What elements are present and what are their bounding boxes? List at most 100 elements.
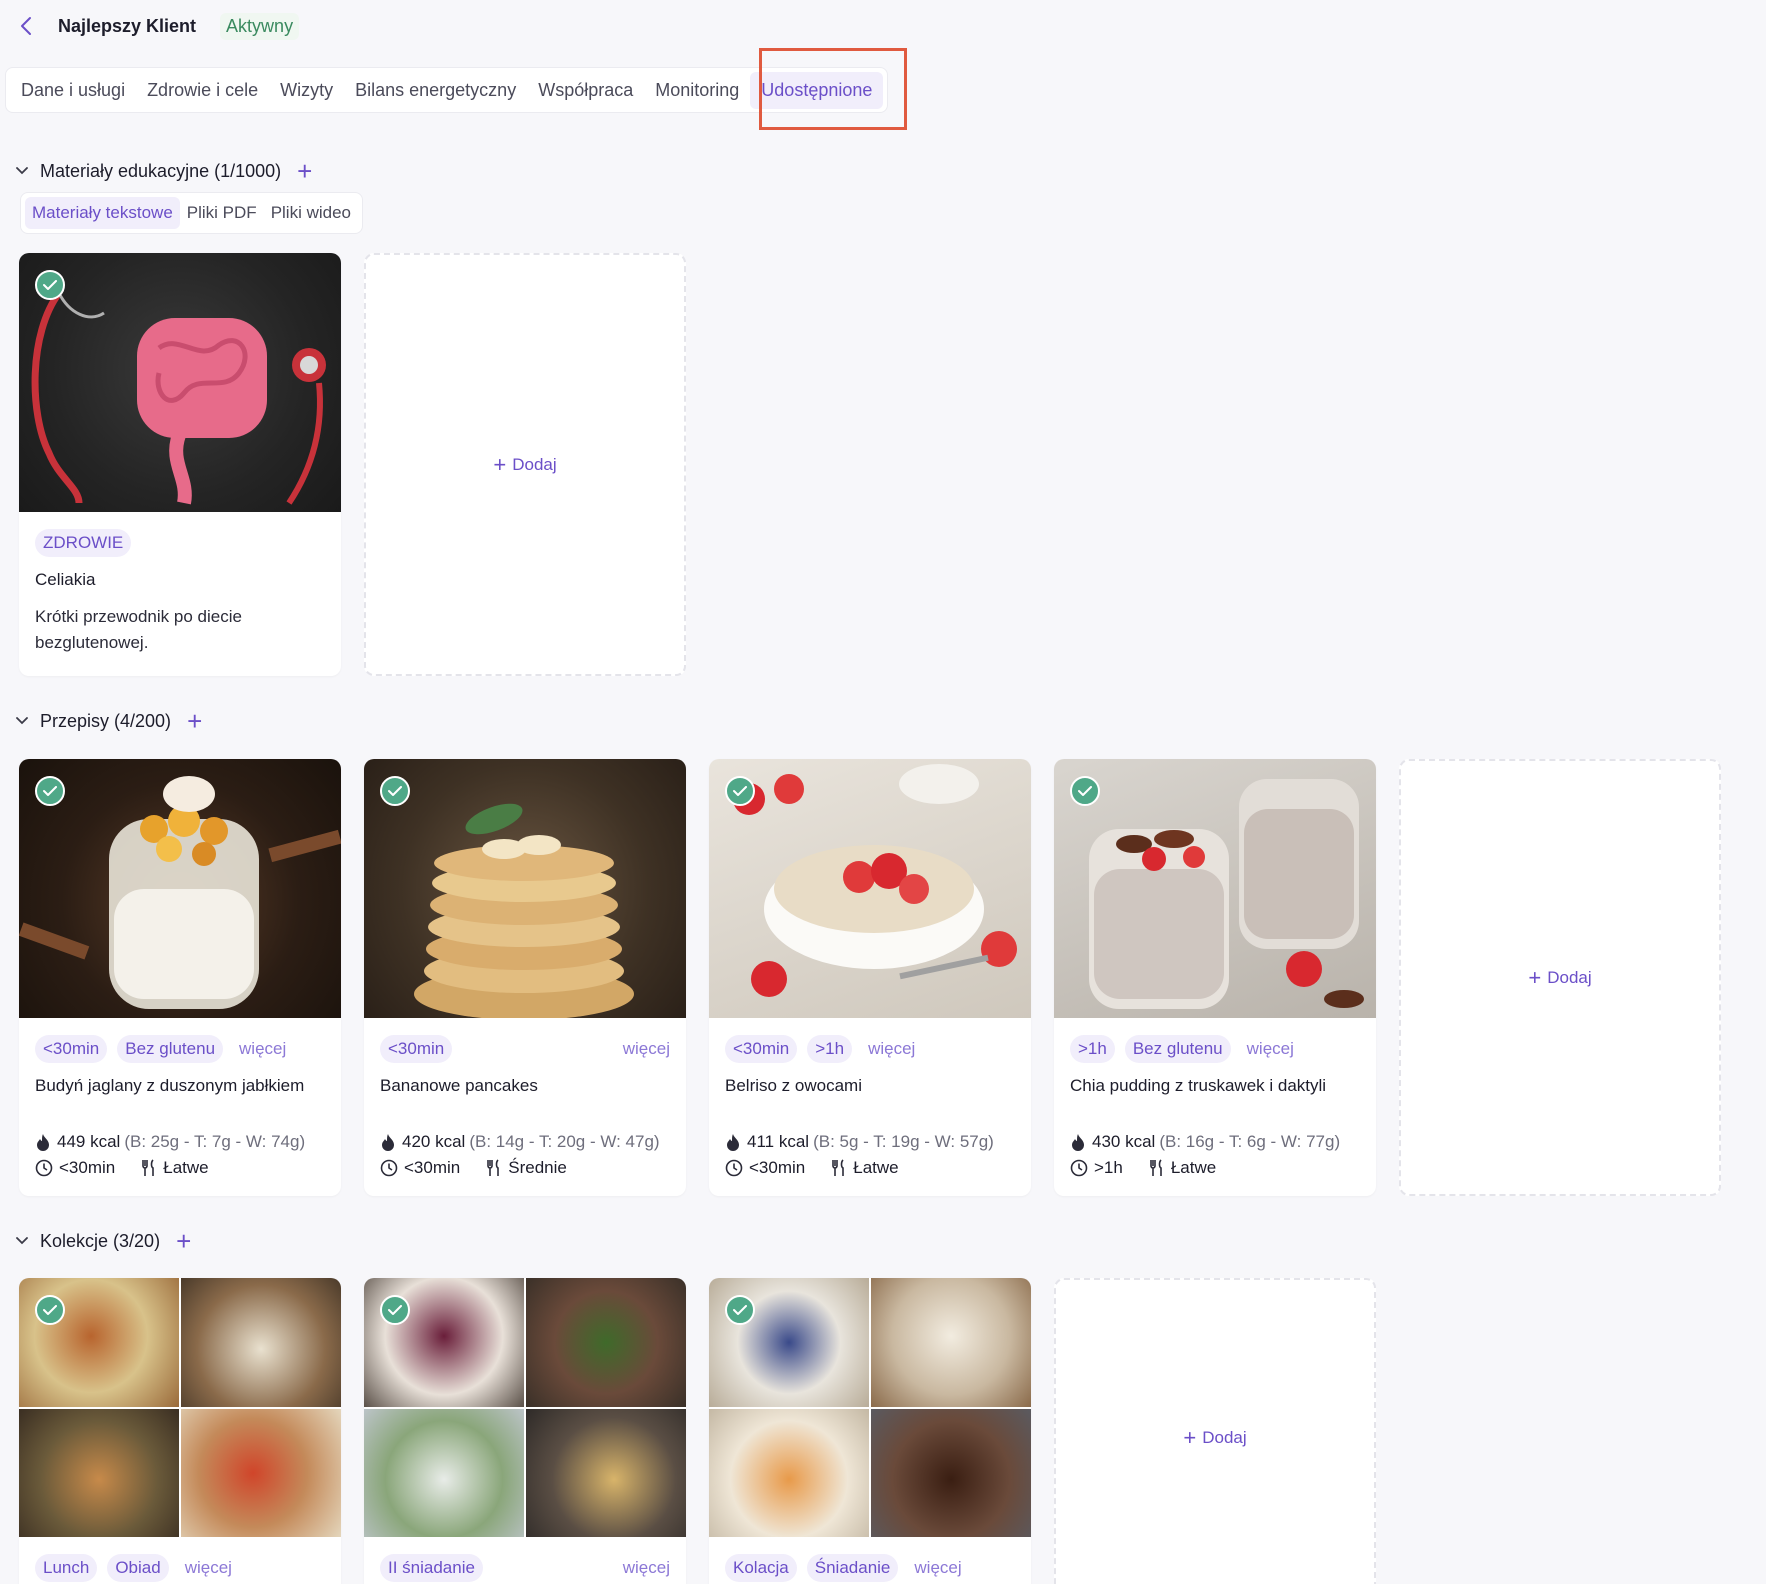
education-add-card[interactable]: + Dodaj bbox=[364, 253, 686, 676]
add-label: Dodaj bbox=[1202, 1428, 1247, 1447]
meta-row: >1h Łatwe bbox=[1054, 1158, 1376, 1178]
recipe-title: Budyń jaglany z duszonym jabłkiem bbox=[35, 1076, 305, 1095]
tag: Kolacja bbox=[725, 1554, 797, 1582]
status-badge: Aktywny bbox=[220, 12, 300, 40]
kcal: 430 kcal bbox=[1092, 1132, 1156, 1151]
tab-monitoring[interactable]: Monitoring bbox=[644, 72, 750, 109]
more-link[interactable]: więcej bbox=[868, 1039, 915, 1059]
collection-card[interactable]: Lunch Obiad więcej bbox=[19, 1278, 341, 1584]
collections-section-title: Kolekcje (3/20) bbox=[40, 1230, 161, 1251]
collections-add-plus-icon[interactable]: + bbox=[176, 1228, 191, 1254]
recipe-card[interactable]: >1h Bez glutenu więcej Chia pudding z tr… bbox=[1054, 759, 1376, 1196]
education-subtabs: Materiały tekstowe Pliki PDF Pliki wideo bbox=[20, 192, 363, 234]
flame-icon bbox=[37, 1134, 49, 1151]
recipe-image bbox=[709, 759, 1031, 1018]
check-icon bbox=[380, 776, 410, 806]
cutlery-icon bbox=[142, 1159, 155, 1176]
flame-icon bbox=[727, 1134, 739, 1151]
tag: ZDROWIE bbox=[35, 529, 132, 557]
more-link[interactable]: więcej bbox=[239, 1039, 286, 1059]
collection-image-grid bbox=[364, 1278, 686, 1537]
tab-wizyty[interactable]: Wizyty bbox=[269, 72, 344, 109]
more-link[interactable]: więcej bbox=[914, 1558, 961, 1578]
tag: >1h bbox=[807, 1035, 853, 1063]
tab-bilans-energetyczny[interactable]: Bilans energetyczny bbox=[344, 72, 527, 109]
collections-section-header: Kolekcje (3/20) + bbox=[14, 1227, 191, 1255]
education-add-plus-icon[interactable]: + bbox=[297, 158, 312, 184]
tag: Śniadanie bbox=[806, 1554, 899, 1582]
chevron-down-icon[interactable] bbox=[14, 1233, 30, 1249]
prep-time: <30min bbox=[404, 1158, 461, 1177]
tag-row: <30min Bez glutenu więcej bbox=[19, 1034, 341, 1064]
meta-row: <30min Średnie bbox=[364, 1158, 686, 1178]
clock-icon bbox=[1070, 1159, 1088, 1177]
chevron-down-icon[interactable] bbox=[14, 163, 30, 179]
check-icon bbox=[725, 776, 755, 806]
plus-icon: + bbox=[1183, 1425, 1197, 1450]
tag-row: Lunch Obiad więcej bbox=[19, 1553, 341, 1583]
tag-row: <30min więcej bbox=[364, 1034, 686, 1064]
prep-time: >1h bbox=[1094, 1158, 1123, 1177]
difficulty: Łatwe bbox=[853, 1158, 899, 1177]
tab-zdrowie-i-cele[interactable]: Zdrowie i cele bbox=[136, 72, 269, 109]
kcal: 420 kcal bbox=[402, 1132, 466, 1151]
card-description: Krótki przewodnik po diecie bezglutenowe… bbox=[35, 607, 242, 652]
collection-card[interactable]: Kolacja Śniadanie więcej bbox=[709, 1278, 1031, 1584]
collections-add-card[interactable]: + Dodaj bbox=[1054, 1278, 1376, 1584]
check-icon bbox=[380, 1295, 410, 1325]
education-section-title: Materiały edukacyjne (1/1000) bbox=[40, 160, 282, 181]
recipes-add-card[interactable]: + Dodaj bbox=[1399, 759, 1721, 1196]
tag: Bez glutenu bbox=[1124, 1035, 1231, 1063]
recipe-card[interactable]: <30min >1h więcej Belriso z owocami 411 … bbox=[709, 759, 1031, 1196]
recipes-add-plus-icon[interactable]: + bbox=[187, 708, 202, 734]
celiakia-image bbox=[19, 253, 341, 512]
collection-card[interactable]: II śniadanie więcej bbox=[364, 1278, 686, 1584]
tag-row: Kolacja Śniadanie więcej bbox=[709, 1553, 1031, 1583]
subtab-pliki-wideo[interactable]: Pliki wideo bbox=[264, 197, 358, 229]
topbar: Najlepszy Klient Aktywny bbox=[14, 10, 300, 42]
flame-icon bbox=[1072, 1134, 1084, 1151]
check-icon bbox=[1070, 776, 1100, 806]
tag-row: <30min >1h więcej bbox=[709, 1034, 1031, 1064]
more-link[interactable]: więcej bbox=[623, 1039, 670, 1059]
clock-icon bbox=[380, 1159, 398, 1177]
recipe-image bbox=[1054, 759, 1376, 1018]
nutrition-row: 420 kcal (B: 14g - T: 20g - W: 47g) bbox=[364, 1132, 686, 1152]
client-name: Najlepszy Klient bbox=[58, 15, 197, 36]
recipe-title: Bananowe pancakes bbox=[380, 1076, 538, 1095]
chevron-down-icon[interactable] bbox=[14, 713, 30, 729]
difficulty: Łatwe bbox=[163, 1158, 209, 1177]
tag: <30min bbox=[725, 1035, 798, 1063]
collection-image-grid bbox=[19, 1278, 341, 1537]
recipe-title: Chia pudding z truskawek i daktyli bbox=[1070, 1076, 1327, 1095]
nutrition-row: 449 kcal (B: 25g - T: 7g - W: 74g) bbox=[19, 1132, 341, 1152]
kcal: 449 kcal bbox=[57, 1132, 121, 1151]
nutrition-row: 411 kcal (B: 5g - T: 19g - W: 57g) bbox=[709, 1132, 1031, 1152]
education-card[interactable]: ZDROWIE Celiakia Krótki przewodnik po di… bbox=[19, 253, 341, 676]
recipe-card[interactable]: <30min Bez glutenu więcej Budyń jaglany … bbox=[19, 759, 341, 1196]
more-link[interactable]: więcej bbox=[623, 1558, 670, 1578]
tab-wspolpraca[interactable]: Współpraca bbox=[527, 72, 644, 109]
plus-icon: + bbox=[1528, 964, 1542, 990]
tab-udostepnione[interactable]: Udostępnione bbox=[750, 71, 884, 109]
subtab-pliki-pdf[interactable]: Pliki PDF bbox=[180, 197, 264, 229]
tag: II śniadanie bbox=[380, 1554, 483, 1582]
flame-icon bbox=[382, 1134, 394, 1151]
cutlery-icon bbox=[487, 1159, 500, 1176]
more-link[interactable]: więcej bbox=[185, 1558, 232, 1578]
clock-icon bbox=[725, 1159, 743, 1177]
macros: (B: 14g - T: 20g - W: 47g) bbox=[469, 1132, 660, 1151]
collection-image-grid bbox=[709, 1278, 1031, 1537]
tab-dane-i-uslugi[interactable]: Dane i usługi bbox=[10, 72, 136, 109]
check-icon bbox=[35, 776, 65, 806]
main-tabs: Dane i usługi Zdrowie i cele Wizyty Bila… bbox=[5, 67, 889, 113]
cutlery-icon bbox=[1150, 1159, 1162, 1176]
macros: (B: 5g - T: 19g - W: 57g) bbox=[813, 1132, 994, 1151]
recipe-image bbox=[19, 759, 341, 1018]
more-link[interactable]: więcej bbox=[1247, 1039, 1294, 1059]
recipe-card[interactable]: <30min więcej Bananowe pancakes 420 kcal… bbox=[364, 759, 686, 1196]
back-arrow-icon[interactable] bbox=[14, 14, 38, 38]
kcal: 411 kcal bbox=[747, 1132, 810, 1151]
subtab-materialy-tekstowe[interactable]: Materiały tekstowe bbox=[25, 197, 180, 229]
tag: Lunch bbox=[35, 1554, 98, 1582]
